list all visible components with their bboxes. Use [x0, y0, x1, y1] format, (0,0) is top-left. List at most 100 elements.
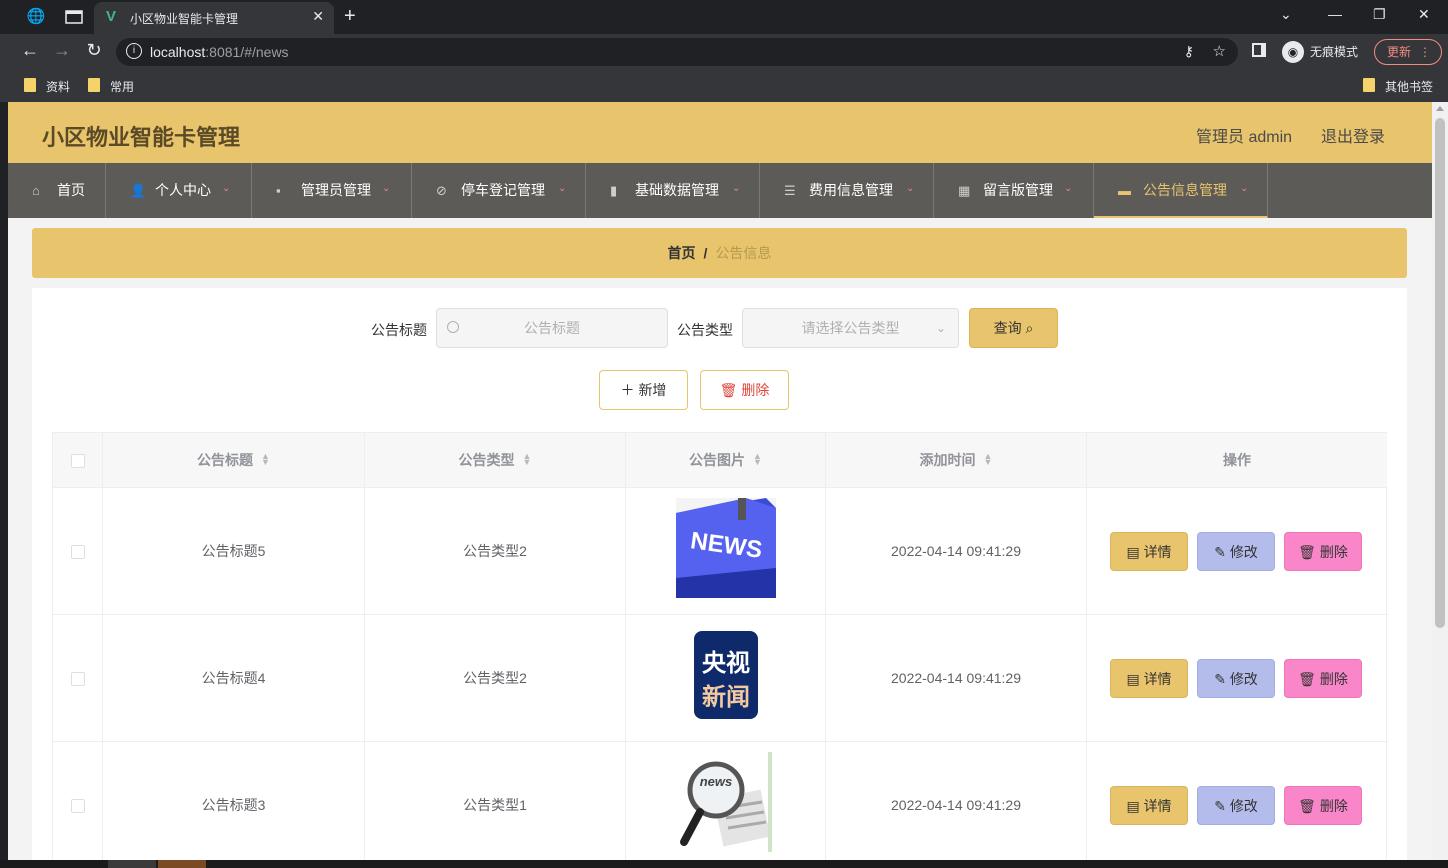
menu-announcements[interactable]: ▬ 公告信息管理 ⌄	[1094, 163, 1268, 218]
type-select[interactable]: 请选择公告类型 ⌄	[742, 308, 959, 348]
key-icon[interactable]: ⚷	[1184, 43, 1194, 60]
header-image[interactable]: 公告图片 ▲ ▼	[626, 433, 826, 488]
scroll-up-icon[interactable]	[1436, 106, 1444, 111]
news-keyboard-image[interactable]: NEWS	[676, 498, 776, 598]
row-checkbox[interactable]	[70, 799, 85, 814]
forward-icon[interactable]: →	[50, 40, 74, 61]
header-type[interactable]: 公告类型 ▲ ▼	[365, 433, 626, 488]
query-button[interactable]: 查询 ⌕	[969, 308, 1058, 348]
side-panel-icon[interactable]	[1252, 43, 1266, 57]
delete-button[interactable]: 🗑 删除	[1284, 659, 1362, 698]
reload-icon[interactable]: ↻	[82, 40, 106, 61]
incognito-badge[interactable]: ◉ 无痕模式	[1280, 39, 1369, 65]
row-checkbox[interactable]	[70, 545, 85, 560]
row-title: 公告标题3	[103, 742, 365, 868]
tab-close-icon[interactable]: ✕	[312, 8, 324, 25]
update-button[interactable]: 更新 ⋮	[1374, 39, 1442, 65]
scrollbar-thumb[interactable]	[1435, 118, 1445, 628]
app-title: 小区物业智能卡管理	[42, 125, 241, 150]
browser-tab-bar: 🌐 V 小区物业智能卡管理 ✕ + ⌄ — ❐ ✕	[0, 0, 1448, 34]
row-image-cell: news	[626, 742, 826, 868]
detail-button[interactable]: ▤ 详情	[1110, 532, 1188, 571]
delete-button[interactable]: 🗑 删除	[1284, 532, 1362, 571]
pencil-icon: ✎	[1214, 798, 1226, 814]
breadcrumb-current: 公告信息	[715, 245, 772, 261]
menu-home[interactable]: ⌂ 首页	[8, 163, 106, 218]
trash-icon: 🗑	[1298, 544, 1316, 560]
site-info-icon[interactable]: i	[126, 43, 142, 59]
row-actions: ▤ 详情 ✎ 修改 🗑 删除	[1087, 615, 1387, 742]
folder-icon	[88, 78, 100, 92]
title-search-input[interactable]: 公告标题	[436, 308, 668, 348]
edit-button[interactable]: ✎ 修改	[1197, 786, 1275, 825]
header-time[interactable]: 添加时间 ▲ ▼	[826, 433, 1087, 488]
menu-parking[interactable]: ⊘ 停车登记管理 ⌄	[412, 163, 586, 218]
chevron-down-icon: ⌄	[906, 183, 915, 194]
menu-messages[interactable]: ▦ 留言版管理 ⌄	[934, 163, 1094, 218]
select-all-checkbox[interactable]	[70, 454, 85, 469]
chevron-down-icon: ⌄	[732, 183, 741, 194]
sort-icon[interactable]: ▲ ▼	[523, 452, 532, 467]
svg-text:新闻: 新闻	[702, 683, 750, 711]
edit-button[interactable]: ✎ 修改	[1197, 532, 1275, 571]
menu-fees[interactable]: ☰ 费用信息管理 ⌄	[760, 163, 934, 218]
document-icon: ▤	[1126, 798, 1140, 814]
window-close-icon[interactable]: ✕	[1418, 6, 1430, 23]
sort-icon[interactable]: ▲ ▼	[753, 452, 762, 467]
row-time: 2022-04-14 09:41:29	[826, 742, 1087, 868]
address-bar[interactable]: i localhost:8081/#/news ⚷ ☆	[116, 38, 1238, 66]
row-title: 公告标题4	[103, 615, 365, 742]
bookmark-folder-1[interactable]: 资料	[24, 78, 70, 95]
logout-link[interactable]: 退出登录	[1321, 123, 1385, 147]
app-header: 小区物业智能卡管理 管理员 admin 退出登录	[8, 102, 1432, 163]
taskbar-app[interactable]	[108, 860, 156, 868]
plus-icon: ＋	[620, 382, 635, 398]
row-time: 2022-04-14 09:41:29	[826, 615, 1087, 742]
taskbar-app-active[interactable]	[158, 860, 206, 868]
new-tab-icon[interactable]: +	[344, 5, 356, 28]
row-image-cell: NEWS	[626, 488, 826, 615]
detail-button[interactable]: ▤ 详情	[1110, 786, 1188, 825]
chevron-down-icon: ⌄	[935, 321, 946, 335]
main-menu: ⌂ 首页 👤 个人中心 ⌄ ▪ 管理员管理 ⌄ ⊘ 停车登记管理 ⌄ ▮ 基础数…	[8, 163, 1432, 218]
menu-personal-center[interactable]: 👤 个人中心 ⌄	[106, 163, 252, 218]
row-type: 公告类型2	[365, 615, 626, 742]
row-select-cell	[53, 742, 103, 868]
batch-delete-button[interactable]: 🗑 删除	[700, 370, 789, 410]
menu-basic-data[interactable]: ▮ 基础数据管理 ⌄	[586, 163, 760, 218]
row-checkbox[interactable]	[70, 672, 85, 687]
restore-icon[interactable]: ❐	[1373, 6, 1386, 23]
trash-icon: 🗑	[719, 382, 738, 398]
detail-button[interactable]: ▤ 详情	[1110, 659, 1188, 698]
os-taskbar	[0, 860, 1448, 868]
page-scrollbar[interactable]	[1432, 102, 1448, 868]
svg-text:news: news	[700, 774, 733, 789]
more-menu-icon[interactable]: ⋮	[1419, 40, 1431, 64]
window-icon[interactable]	[64, 7, 84, 27]
active-tab[interactable]: V 小区物业智能卡管理 ✕	[94, 2, 334, 34]
header-actions: 操作	[1087, 433, 1387, 488]
page-viewport: 小区物业智能卡管理 管理员 admin 退出登录 ⌂ 首页 👤 个人中心 ⌄ ▪…	[8, 102, 1432, 868]
sort-icon[interactable]: ▲ ▼	[261, 452, 270, 467]
menu-admin[interactable]: ▪ 管理员管理 ⌄	[252, 163, 412, 218]
globe-icon[interactable]: 🌐	[26, 7, 46, 27]
home-icon: ⌂	[32, 183, 40, 198]
bookmark-star-icon[interactable]: ☆	[1213, 42, 1226, 60]
delete-button[interactable]: 🗑 删除	[1284, 786, 1362, 825]
header-title[interactable]: 公告标题 ▲ ▼	[103, 433, 365, 488]
bell-off-icon: ⊘	[436, 183, 447, 198]
minimize-icon[interactable]: —	[1328, 6, 1342, 22]
edit-button[interactable]: ✎ 修改	[1197, 659, 1275, 698]
bookmark-folder-2[interactable]: 常用	[88, 78, 134, 95]
add-button[interactable]: ＋ 新增	[599, 370, 688, 410]
other-bookmarks[interactable]: 其他书签	[1363, 78, 1433, 95]
cctv-news-logo[interactable]: 央视 新闻	[676, 625, 776, 725]
breadcrumb-home[interactable]: 首页	[668, 245, 696, 261]
svg-text:央视: 央视	[702, 649, 750, 677]
newspaper-magnifier-image[interactable]: news	[676, 752, 776, 852]
row-select-cell	[53, 615, 103, 742]
tab-search-icon[interactable]: ⌄	[1280, 6, 1292, 23]
back-icon[interactable]: ←	[18, 40, 42, 61]
sort-icon[interactable]: ▲ ▼	[984, 452, 993, 467]
trash-icon: 🗑	[1298, 798, 1316, 814]
